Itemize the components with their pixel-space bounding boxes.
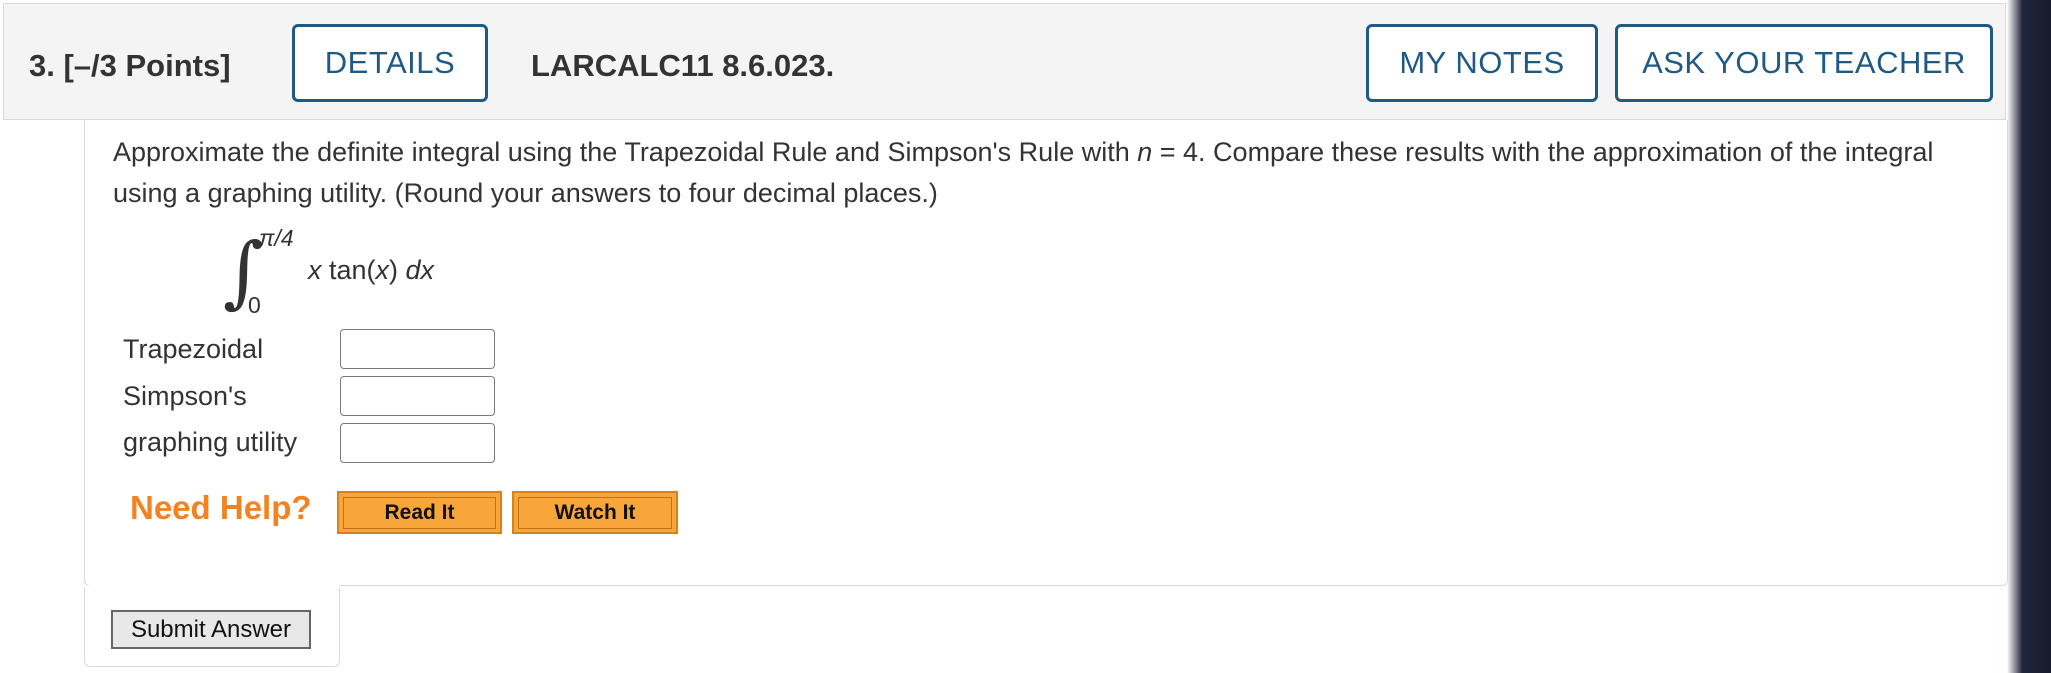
need-help-label: Need Help? <box>130 489 312 526</box>
submit-answer-button[interactable]: Submit Answer <box>111 610 311 649</box>
question-prompt: Approximate the definite integral using … <box>113 137 1934 208</box>
ask-your-teacher-button[interactable]: ASK YOUR TEACHER <box>1615 24 1993 102</box>
trapezoidal-label: Trapezoidal <box>123 334 264 364</box>
simpsons-answer-input[interactable] <box>340 376 495 416</box>
read-it-button[interactable]: Read It <box>337 491 502 534</box>
details-button[interactable]: DETAILS <box>292 24 488 102</box>
question-points: 3. [–/3 Points] <box>29 48 231 83</box>
integrand: x tan(x) dx <box>308 255 435 285</box>
integral-lower-limit: 0 <box>248 292 261 318</box>
question-header: 3. [–/3 Points] DETAILS LARCALC11 8.6.02… <box>3 3 2006 120</box>
my-notes-button[interactable]: MY NOTES <box>1366 24 1598 102</box>
watch-it-button[interactable]: Watch It <box>512 491 678 534</box>
graphing-utility-label: graphing utility <box>123 427 298 457</box>
desktop-background <box>2007 0 2051 673</box>
problem-code: LARCALC11 8.6.023. <box>531 48 835 83</box>
integral-upper-limit: π/4 <box>259 225 294 251</box>
simpsons-label: Simpson's <box>123 381 247 411</box>
graphing-utility-answer-input[interactable] <box>340 423 495 463</box>
trapezoidal-answer-input[interactable] <box>340 329 495 369</box>
